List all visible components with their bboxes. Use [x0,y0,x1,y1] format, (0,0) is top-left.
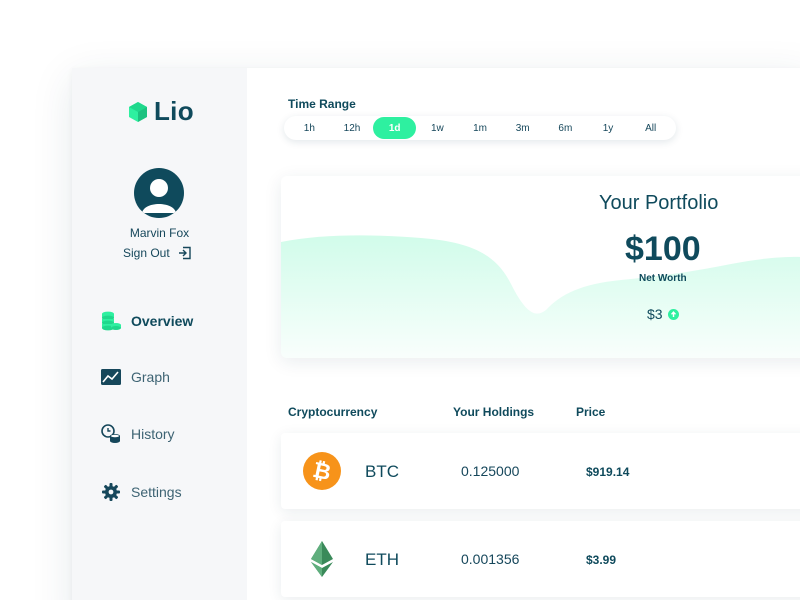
sign-out-label: Sign Out [123,246,170,260]
time-range-all[interactable]: All [629,117,672,139]
nav-label-settings: Settings [131,484,182,500]
nav-label-history: History [131,426,175,442]
app-window: Lio Marvin Fox Sign Out Overview Graph H… [72,68,800,600]
nav-item-settings[interactable]: Settings [100,481,182,503]
time-range-1m[interactable]: 1m [459,117,502,139]
coin-symbol: ETH [365,550,399,569]
nav-item-graph[interactable]: Graph [100,366,170,388]
table-row-eth[interactable]: ETH 0.001356 $3.99 [281,521,800,597]
portfolio-wave-graphic [281,235,800,358]
avatar[interactable] [134,168,184,218]
sign-out-icon [178,246,191,260]
coin-price: $919.14 [586,465,630,479]
nav-label-overview: Overview [131,313,194,329]
time-range-12h[interactable]: 12h [331,117,374,139]
time-range-1y[interactable]: 1y [587,117,630,139]
bitcoin-icon: ₿ [303,452,341,490]
header-holdings: Your Holdings [453,405,535,419]
header-cryptocurrency: Cryptocurrency [288,405,378,419]
portfolio-change: $3 [647,306,679,322]
time-range-1h[interactable]: 1h [288,117,331,139]
nav-item-history[interactable]: History [100,423,175,445]
nav-label-graph: Graph [131,369,170,385]
gear-icon [100,481,122,503]
hexagon-logo-icon [129,101,147,122]
header-price: Price [576,405,606,419]
portfolio-card: Your Portfolio $100 Net Worth $3 [281,176,800,358]
coins-history-icon [100,423,122,445]
nav-item-overview[interactable]: Overview [100,310,193,332]
time-range-3m[interactable]: 3m [501,117,544,139]
chart-image-icon [100,366,122,388]
portfolio-title: Your Portfolio [599,192,719,214]
time-range-label: Time Range [288,97,356,111]
coin-symbol: BTC [365,462,399,481]
portfolio-value: $100 [625,230,701,268]
brand[interactable]: Lio [128,96,194,127]
time-range-6m[interactable]: 6m [544,117,587,139]
coin-price: $3.99 [586,553,617,567]
time-range-1d[interactable]: 1d [373,117,417,139]
table-row-btc[interactable]: ₿ BTC 0.125000 $919.14 [281,433,800,509]
sidebar: Lio Marvin Fox Sign Out Overview Graph H… [72,68,247,600]
time-range-1w[interactable]: 1w [416,117,459,139]
sign-out-link[interactable]: Sign Out [123,246,192,260]
coin-holdings: 0.001356 [461,551,520,567]
time-range-selector: 1h 12h 1d 1w 1m 3m 6m 1y All [284,116,676,140]
coins-stack-icon [100,310,122,332]
portfolio-change-value: $3 [647,306,663,322]
ethereum-icon [311,541,333,577]
user-silhouette-icon [142,179,176,213]
coin-holdings: 0.125000 [461,463,520,479]
arrow-up-circle-icon [667,308,679,320]
portfolio-subtitle: Net Worth [639,273,687,284]
main-content: Time Range 1h 12h 1d 1w 1m 3m 6m 1y All [247,68,800,600]
user-name: Marvin Fox [129,226,190,240]
brand-name: Lio [154,96,194,126]
